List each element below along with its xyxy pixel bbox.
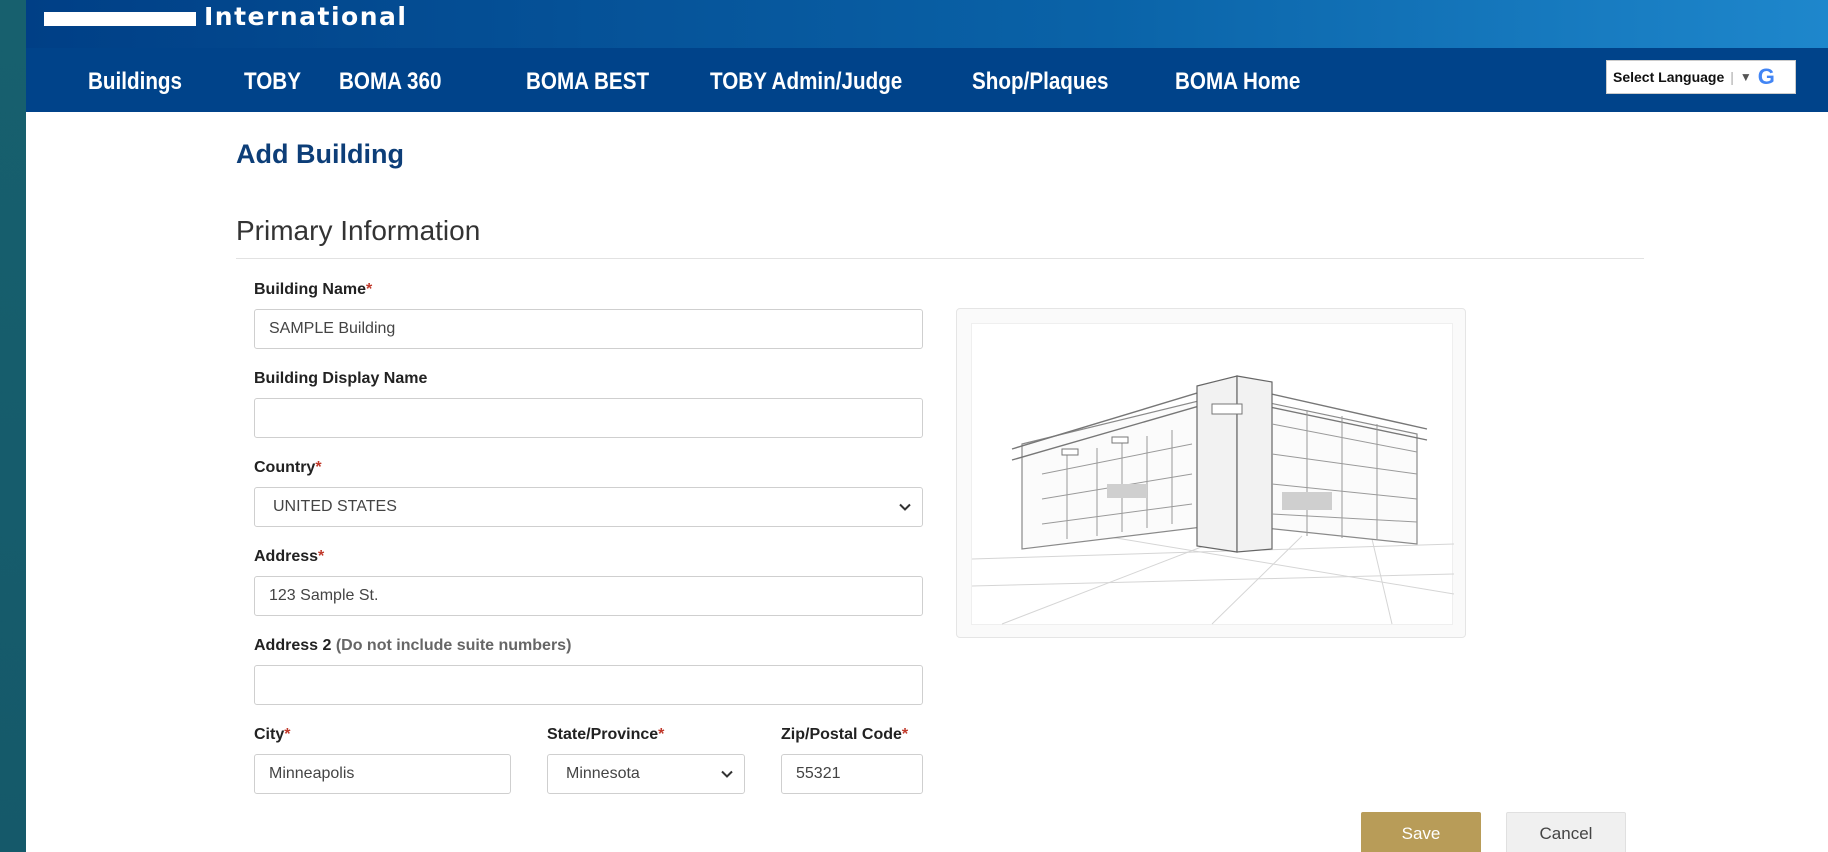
address-label-text: Address bbox=[254, 548, 319, 565]
country-label: Country* bbox=[254, 459, 322, 477]
section-divider bbox=[236, 258, 1644, 259]
address-label: Address* bbox=[254, 548, 324, 566]
section-title: Primary Information bbox=[236, 215, 481, 246]
chevron-down-icon bbox=[721, 770, 733, 778]
required-marker: * bbox=[318, 548, 325, 565]
required-marker: * bbox=[658, 726, 665, 743]
nav-boma-360[interactable]: BOMA 360 bbox=[339, 68, 441, 96]
building-name-label: Building Name* bbox=[254, 281, 372, 299]
save-button[interactable]: Save bbox=[1361, 812, 1481, 852]
brand-text: International bbox=[204, 2, 408, 31]
address2-label: Address 2 (Do not include suite numbers) bbox=[254, 637, 571, 655]
country-value: UNITED STATES bbox=[273, 498, 397, 515]
required-marker: * bbox=[284, 726, 291, 743]
city-label: City* bbox=[254, 726, 290, 744]
main-nav: Buildings TOBY BOMA 360 BOMA BEST TOBY A… bbox=[26, 48, 1828, 112]
city-label-text: City bbox=[254, 726, 285, 743]
app-frame: International Buildings TOBY BOMA 360 BO… bbox=[26, 0, 1828, 852]
logo[interactable] bbox=[44, 12, 196, 26]
state-label: State/Province* bbox=[547, 726, 664, 744]
nav-toby-admin-judge[interactable]: TOBY Admin/Judge bbox=[710, 68, 902, 96]
required-marker: * bbox=[901, 726, 909, 743]
country-select[interactable]: UNITED STATES bbox=[254, 487, 923, 527]
building-sketch-icon bbox=[971, 375, 1455, 625]
required-marker: * bbox=[366, 281, 373, 298]
display-name-label: Building Display Name bbox=[254, 370, 428, 387]
required-marker: * bbox=[315, 459, 322, 476]
language-divider: | bbox=[1730, 69, 1734, 85]
page-title: Add Building bbox=[236, 139, 404, 169]
language-arrow-icon: ▼ bbox=[1739, 70, 1752, 84]
building-image bbox=[971, 323, 1455, 625]
zip-input[interactable]: 55321 bbox=[781, 754, 923, 794]
nav-buildings[interactable]: Buildings bbox=[88, 68, 182, 96]
zip-label-text: Zip/Postal Code bbox=[781, 726, 902, 743]
nav-toby[interactable]: TOBY bbox=[244, 68, 301, 96]
language-label: Select Language bbox=[1613, 69, 1725, 85]
city-input[interactable]: Minneapolis bbox=[254, 754, 511, 794]
nav-boma-home[interactable]: BOMA Home bbox=[1175, 68, 1300, 96]
country-label-text: Country bbox=[254, 459, 316, 476]
address2-hint: (Do not include suite numbers) bbox=[335, 637, 572, 654]
address2-label-text: Address 2 bbox=[254, 637, 332, 654]
brand-strip: International bbox=[26, 0, 1828, 48]
google-icon: G bbox=[1757, 64, 1775, 89]
nav-boma-best[interactable]: BOMA BEST bbox=[526, 68, 649, 96]
state-label-text: State/Province bbox=[547, 726, 659, 743]
chevron-down-icon bbox=[899, 503, 911, 511]
address-input[interactable]: 123 Sample St. bbox=[254, 576, 923, 616]
nav-shop-plaques[interactable]: Shop/Plaques bbox=[972, 68, 1108, 96]
building-name-label-text: Building Name bbox=[254, 281, 367, 298]
zip-label: Zip/Postal Code* bbox=[781, 726, 908, 744]
building-image-card bbox=[956, 308, 1466, 638]
state-select[interactable]: Minnesota bbox=[547, 754, 745, 794]
state-value: Minnesota bbox=[566, 765, 640, 782]
language-selector[interactable]: Select Language | ▼ G bbox=[1606, 60, 1796, 94]
cancel-button[interactable]: Cancel bbox=[1506, 812, 1626, 852]
display-name-input[interactable] bbox=[254, 398, 923, 438]
building-name-input[interactable]: SAMPLE Building bbox=[254, 309, 923, 349]
address2-input[interactable] bbox=[254, 665, 923, 705]
